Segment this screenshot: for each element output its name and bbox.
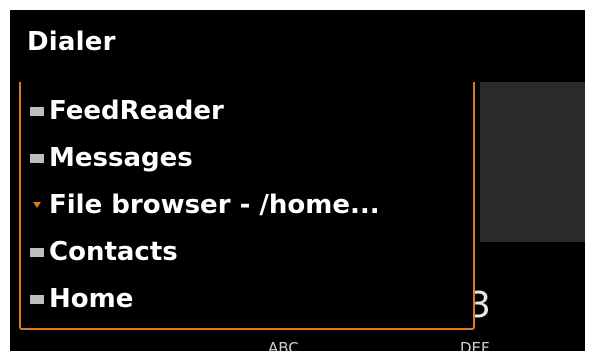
background-panel <box>480 82 585 242</box>
menu-item-label: Contacts <box>49 237 178 267</box>
app-title: Dialer <box>27 27 116 57</box>
window-icon <box>30 106 44 116</box>
menu-item-feedreader[interactable]: FeedReader <box>21 88 473 134</box>
menu-item-label: File browser - /home... <box>49 190 380 220</box>
menu-item-label: FeedReader <box>49 96 224 126</box>
window-icon <box>30 153 44 163</box>
menu-item-label: Home <box>49 284 134 314</box>
active-window-icon <box>33 202 41 208</box>
dialpad-key-3-letters: DEF <box>460 339 490 351</box>
window-icon <box>30 247 44 257</box>
menu-item-messages[interactable]: Messages <box>21 135 473 181</box>
window-switcher-menu: FeedReader Messages File browser - /home… <box>19 82 475 330</box>
menu-item-home[interactable]: Home <box>21 276 473 322</box>
window-icon <box>30 294 44 304</box>
dialpad-key-2-letters: ABC <box>268 339 299 351</box>
menu-item-file-browser[interactable]: File browser - /home... <box>21 182 473 228</box>
menu-item-contacts[interactable]: Contacts <box>21 229 473 275</box>
menu-item-label: Messages <box>49 143 193 173</box>
screen: Dialer 3 ABC DEF FeedReader Messages Fil… <box>10 10 585 351</box>
